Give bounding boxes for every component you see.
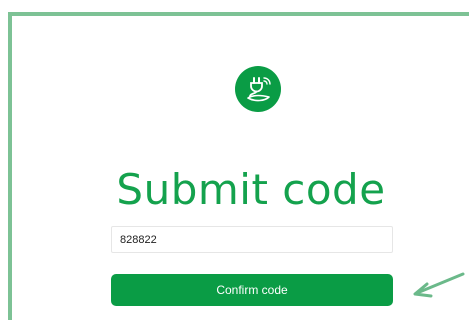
confirm-code-button[interactable]: Confirm code bbox=[111, 274, 393, 306]
arrow-annotation-icon bbox=[413, 272, 465, 298]
page-container: Submit code Confirm code bbox=[0, 0, 469, 320]
page-title: Submit code bbox=[116, 165, 386, 215]
plug-leaf-logo-icon bbox=[235, 66, 281, 112]
code-input[interactable] bbox=[111, 226, 393, 253]
